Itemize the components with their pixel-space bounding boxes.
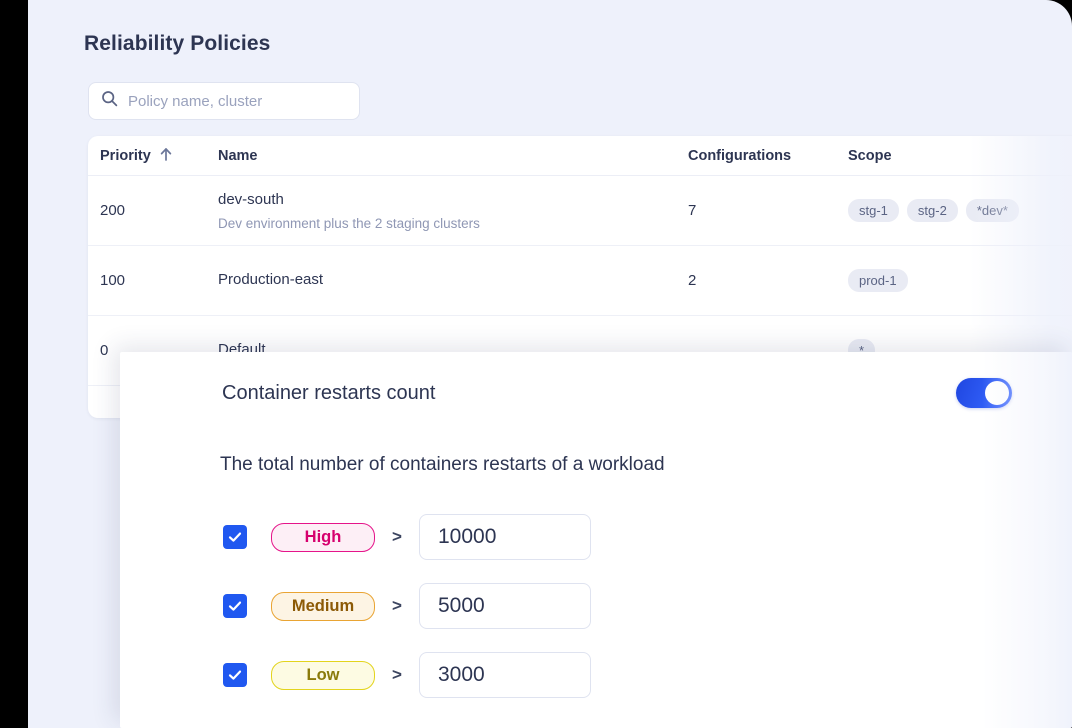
column-header-configurations[interactable]: Configurations [688, 148, 848, 164]
column-header-scope-label: Scope [848, 147, 892, 164]
column-header-configurations-label: Configurations [688, 147, 792, 164]
search-icon [101, 90, 118, 112]
cell-scope: stg-1 stg-2 *dev* [848, 199, 1072, 222]
check-icon [228, 670, 242, 680]
scope-chip: stg-1 [848, 199, 899, 222]
cell-configurations: 2 [688, 272, 697, 289]
modal-title: Container restarts count [222, 381, 436, 404]
severity-row-medium: Medium > 5000 [223, 583, 591, 629]
severity-checkbox-medium[interactable] [223, 594, 247, 618]
column-header-priority[interactable]: Priority [100, 146, 218, 166]
severity-badge-high: High [271, 522, 375, 552]
enable-toggle[interactable] [956, 378, 1012, 408]
cell-scope: prod-1 [848, 269, 1072, 292]
operator-high: > [392, 527, 402, 546]
threshold-input-high[interactable]: 10000 [419, 514, 591, 560]
severity-row-low: Low > 3000 [223, 652, 591, 698]
threshold-input-medium[interactable]: 5000 [419, 583, 591, 629]
search-placeholder: Policy name, cluster [128, 92, 263, 110]
toggle-knob [985, 381, 1009, 405]
column-header-scope[interactable]: Scope [848, 148, 1072, 164]
threshold-input-low[interactable]: 3000 [419, 652, 591, 698]
column-header-priority-label: Priority [100, 147, 151, 164]
cell-priority: 200 [100, 202, 126, 219]
cell-configurations: 7 [688, 202, 697, 219]
scope-chip: stg-2 [906, 199, 958, 222]
column-header-name-label: Name [218, 147, 258, 164]
severity-checkbox-high[interactable] [223, 525, 247, 549]
scope-chip: prod-1 [848, 269, 908, 292]
modal-header: Container restarts count [222, 378, 1012, 408]
page-title: Reliability Policies [84, 32, 271, 55]
search-input[interactable]: Policy name, cluster [88, 82, 360, 120]
check-icon [228, 601, 242, 611]
screenshot-root: Reliability Policies Policy name, cluste… [0, 0, 1072, 728]
cell-name: Production-east [218, 270, 688, 290]
severity-threshold-list: High > 10000 Medium > 5000 Low > 3000 [223, 514, 591, 698]
severity-checkbox-low[interactable] [223, 663, 247, 687]
policy-config-modal: Container restarts count The total numbe… [120, 352, 1072, 728]
policy-name: dev-south [218, 191, 284, 209]
severity-badge-medium: Medium [271, 591, 375, 621]
table-row[interactable]: 200 dev-south Dev environment plus the 2… [88, 176, 1072, 246]
severity-badge-low: Low [271, 660, 375, 690]
operator-low: > [392, 665, 402, 684]
scope-chip: *dev* [965, 199, 1019, 222]
policy-description: Dev environment plus the 2 staging clust… [218, 215, 480, 231]
modal-description: The total number of containers restarts … [220, 454, 665, 475]
column-header-name[interactable]: Name [218, 148, 688, 164]
check-icon [228, 532, 242, 542]
table-header-row: Priority Name Configurations Scope [88, 136, 1072, 176]
cell-priority: 100 [100, 272, 126, 289]
operator-medium: > [392, 596, 402, 615]
table-row[interactable]: 100 Production-east 2 prod-1 [88, 246, 1072, 316]
arrow-up-icon[interactable] [159, 146, 173, 166]
cell-name: dev-south Dev environment plus the 2 sta… [218, 190, 688, 230]
policy-name: Production-east [218, 271, 324, 289]
severity-row-high: High > 10000 [223, 514, 591, 560]
